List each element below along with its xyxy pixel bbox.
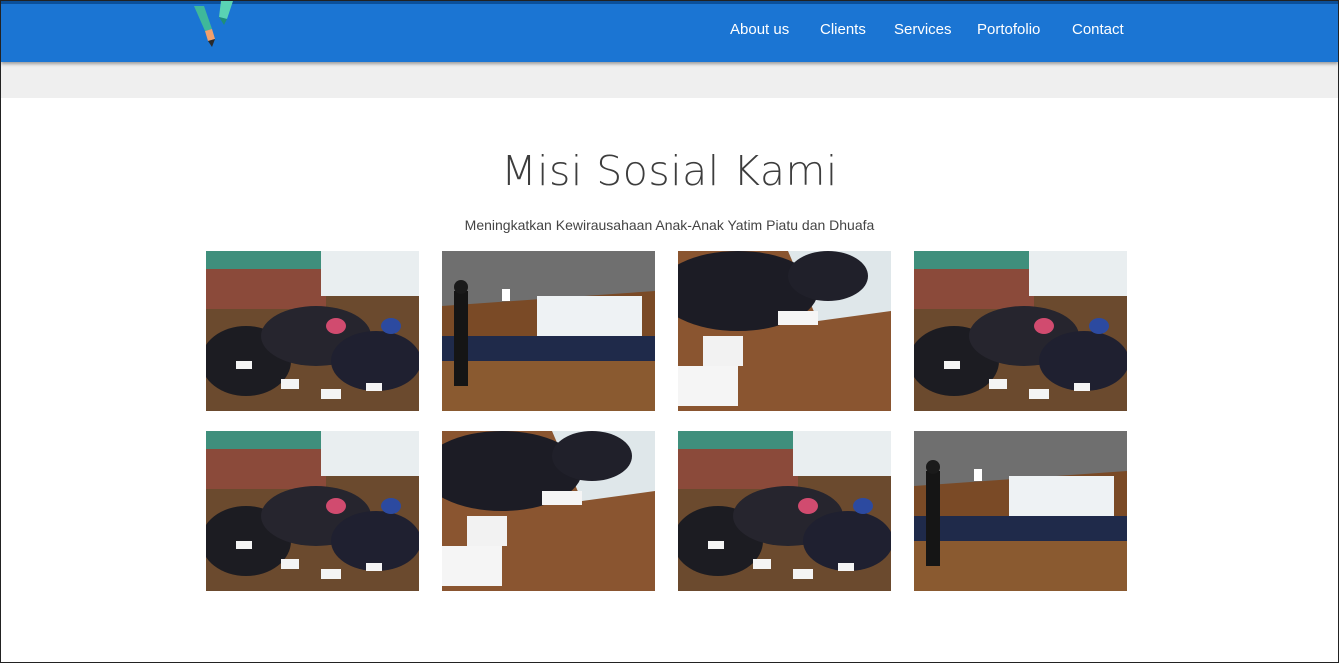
- section-subtitle: Meningkatkan Kewirausahaan Anak-Anak Yat…: [464, 217, 875, 233]
- gallery-photo[interactable]: [678, 251, 891, 411]
- section-title: Misi Sosial Kami: [501, 147, 838, 195]
- top-navbar: About us Clients Services Portofolio Con…: [1, 1, 1338, 62]
- gallery-photo[interactable]: [206, 251, 419, 411]
- gallery-photo[interactable]: [442, 251, 655, 411]
- nav-services[interactable]: Services: [894, 21, 952, 38]
- header-subbar: [1, 62, 1338, 98]
- nav-about-us[interactable]: About us: [730, 21, 789, 38]
- gallery-photo[interactable]: [914, 431, 1127, 591]
- gallery-photo[interactable]: [442, 431, 655, 591]
- gallery-photo[interactable]: [206, 431, 419, 591]
- gallery-photo[interactable]: [678, 431, 891, 591]
- photo-gallery: [206, 251, 1128, 591]
- nav-contact[interactable]: Contact: [1072, 21, 1124, 38]
- gallery-photo[interactable]: [914, 251, 1127, 411]
- main-nav: About us Clients Services Portofolio Con…: [1, 21, 1338, 43]
- nav-clients[interactable]: Clients: [820, 21, 866, 38]
- nav-portofolio[interactable]: Portofolio: [977, 21, 1040, 38]
- page-frame: About us Clients Services Portofolio Con…: [0, 0, 1339, 663]
